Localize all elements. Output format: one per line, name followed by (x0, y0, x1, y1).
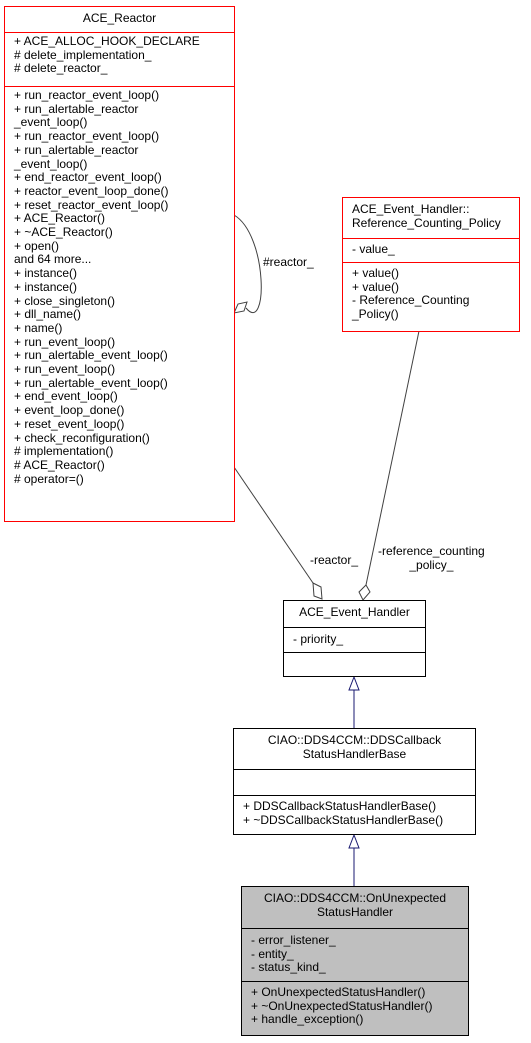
member-line: _Policy() (352, 307, 399, 322)
member-line: + run_alertable_event_loop() (14, 375, 168, 390)
class-on-unexpected-status-handler[interactable]: CIAO::DDS4CCM::OnUnexpected StatusHandler… (241, 886, 469, 1036)
member-line: + end_event_loop() (14, 389, 118, 404)
member-line: + run_alertable_event_loop() (14, 348, 168, 363)
operations-section: + DDSCallbackStatusHandlerBase() + ~DDSCa… (234, 795, 475, 830)
member-line: # ACE_Reactor() (14, 457, 105, 472)
attributes-section: - value_ (343, 238, 519, 262)
aggregation-diamond-icon (358, 584, 371, 601)
member-line: + ACE_Reactor() (14, 211, 106, 226)
member-line: + check_reconfiguration() (14, 430, 150, 445)
member-line: + run_reactor_event_loop() (14, 88, 160, 102)
edge-label-reactor: -reactor_ (310, 553, 359, 567)
class-title: CIAO::DDS4CCM::OnUnexpected StatusHandler (242, 887, 468, 928)
member-line: + ACE_ALLOC_HOOK_DECLARE (14, 34, 200, 48)
member-line: + run_alertable_reactor (14, 142, 139, 157)
inheritance-arrow-icon (348, 675, 360, 691)
member-line: + ~DDSCallbackStatusHandlerBase() (243, 812, 444, 827)
member-line: -reference_counting (378, 544, 485, 558)
attributes-section (234, 769, 475, 795)
member-line: + run_event_loop() (14, 362, 116, 377)
attributes-section: - priority_ (284, 627, 425, 652)
class-title: ACE_Event_Handler:: Reference_Counting_Po… (343, 198, 519, 238)
class-dds-callback-status-handler-base[interactable]: CIAO::DDS4CCM::DDSCallback StatusHandlerB… (233, 728, 476, 835)
member-line: + ~ACE_Reactor() (14, 225, 113, 240)
class-reference-counting-policy[interactable]: ACE_Event_Handler:: Reference_Counting_Po… (342, 197, 520, 332)
member-line: # implementation() (14, 444, 114, 459)
member-line: CIAO::DDS4CCM::DDSCallback (267, 733, 442, 747)
member-line: + run_event_loop() (14, 334, 116, 349)
member-line: + dll_name() (14, 307, 82, 322)
operations-section: + value() + value() - Reference_Counting _P… (343, 262, 519, 325)
aggregation-diamond-icon (233, 301, 248, 314)
class-title: CIAO::DDS4CCM::DDSCallback StatusHandlerB… (234, 729, 475, 769)
member-line: + OnUnexpectedStatusHandler() (251, 985, 426, 999)
member-line: _event_loop() (14, 156, 88, 171)
member-line: - status_kind_ (251, 960, 326, 975)
class-title: ACE_Reactor (82, 11, 157, 25)
member-line: + reactor_event_loop_done() (14, 183, 169, 198)
member-line: _event_loop() (14, 115, 88, 130)
member-line: CIAO::DDS4CCM::OnUnexpected (263, 891, 447, 905)
member-line: ACE_Event_Handler:: (352, 202, 470, 216)
attributes-section: - error_listener_ - entity_ - status_kind_ (242, 928, 468, 981)
member-line: + reset_reactor_event_loop() (14, 197, 169, 212)
member-line: + end_reactor_event_loop() (14, 170, 162, 185)
member-line: + open() (14, 238, 60, 253)
member-line: - Reference_Counting (352, 293, 470, 308)
inheritance-arrow-icon (348, 833, 360, 849)
member-line: + name() (14, 320, 63, 335)
member-line: + ~OnUnexpectedStatusHandler() (251, 998, 433, 1013)
operations-section (284, 652, 425, 676)
member-line: StatusHandler (316, 904, 394, 919)
member-line: + run_alertable_reactor (14, 101, 139, 116)
member-line: - error_listener_ (251, 933, 336, 947)
member-line: + DDSCallbackStatusHandlerBase() (243, 799, 437, 813)
reactor-aggregation-edge (233, 466, 314, 584)
attributes-section: + ACE_ALLOC_HOOK_DECLARE # delete_impleme… (5, 32, 234, 86)
member-line: # delete_reactor_ (14, 61, 108, 76)
member-line: # operator=() (14, 471, 84, 486)
member-line: - entity_ (251, 946, 294, 961)
member-line: + handle_exception() (251, 1012, 364, 1027)
edge-label-self-reactor: #reactor_ (263, 255, 314, 269)
member-line: + instance() (14, 266, 78, 281)
class-title: ACE_Event_Handler (299, 605, 410, 619)
member-line: and 64 more... (14, 252, 92, 267)
member-line: _policy_ (409, 557, 454, 572)
member-line: + value() (352, 266, 400, 280)
operations-section: + OnUnexpectedStatusHandler() + ~OnUnexpe… (242, 981, 468, 1030)
self-association-edge (233, 214, 262, 313)
member-line: + instance() (14, 279, 78, 294)
member-line: + value() (352, 279, 400, 294)
member-line: Reference_Counting_Policy (352, 215, 501, 230)
aggregation-diamond-icon (312, 582, 323, 600)
class-ace-reactor[interactable]: ACE_Reactor + ACE_ALLOC_HOOK_DECLARE # de… (4, 6, 235, 522)
edge-label-reference-counting-policy: -reference_counting _policy_ (378, 544, 485, 572)
member-line: + event_loop_done() (14, 403, 125, 418)
member-line: + reset_event_loop() (14, 416, 125, 431)
operations-section: + run_reactor_event_loop() + run_alertabl… (5, 86, 234, 489)
member-line: + close_singleton() (14, 293, 116, 308)
member-line: StatusHandlerBase (302, 746, 407, 761)
member-line: # delete_implementation_ (14, 47, 152, 62)
member-line: - priority_ (293, 632, 344, 646)
class-ace-event-handler[interactable]: ACE_Event_Handler - priority_ (283, 600, 426, 677)
member-line: + run_reactor_event_loop() (14, 129, 160, 144)
member-line: - value_ (352, 242, 395, 256)
